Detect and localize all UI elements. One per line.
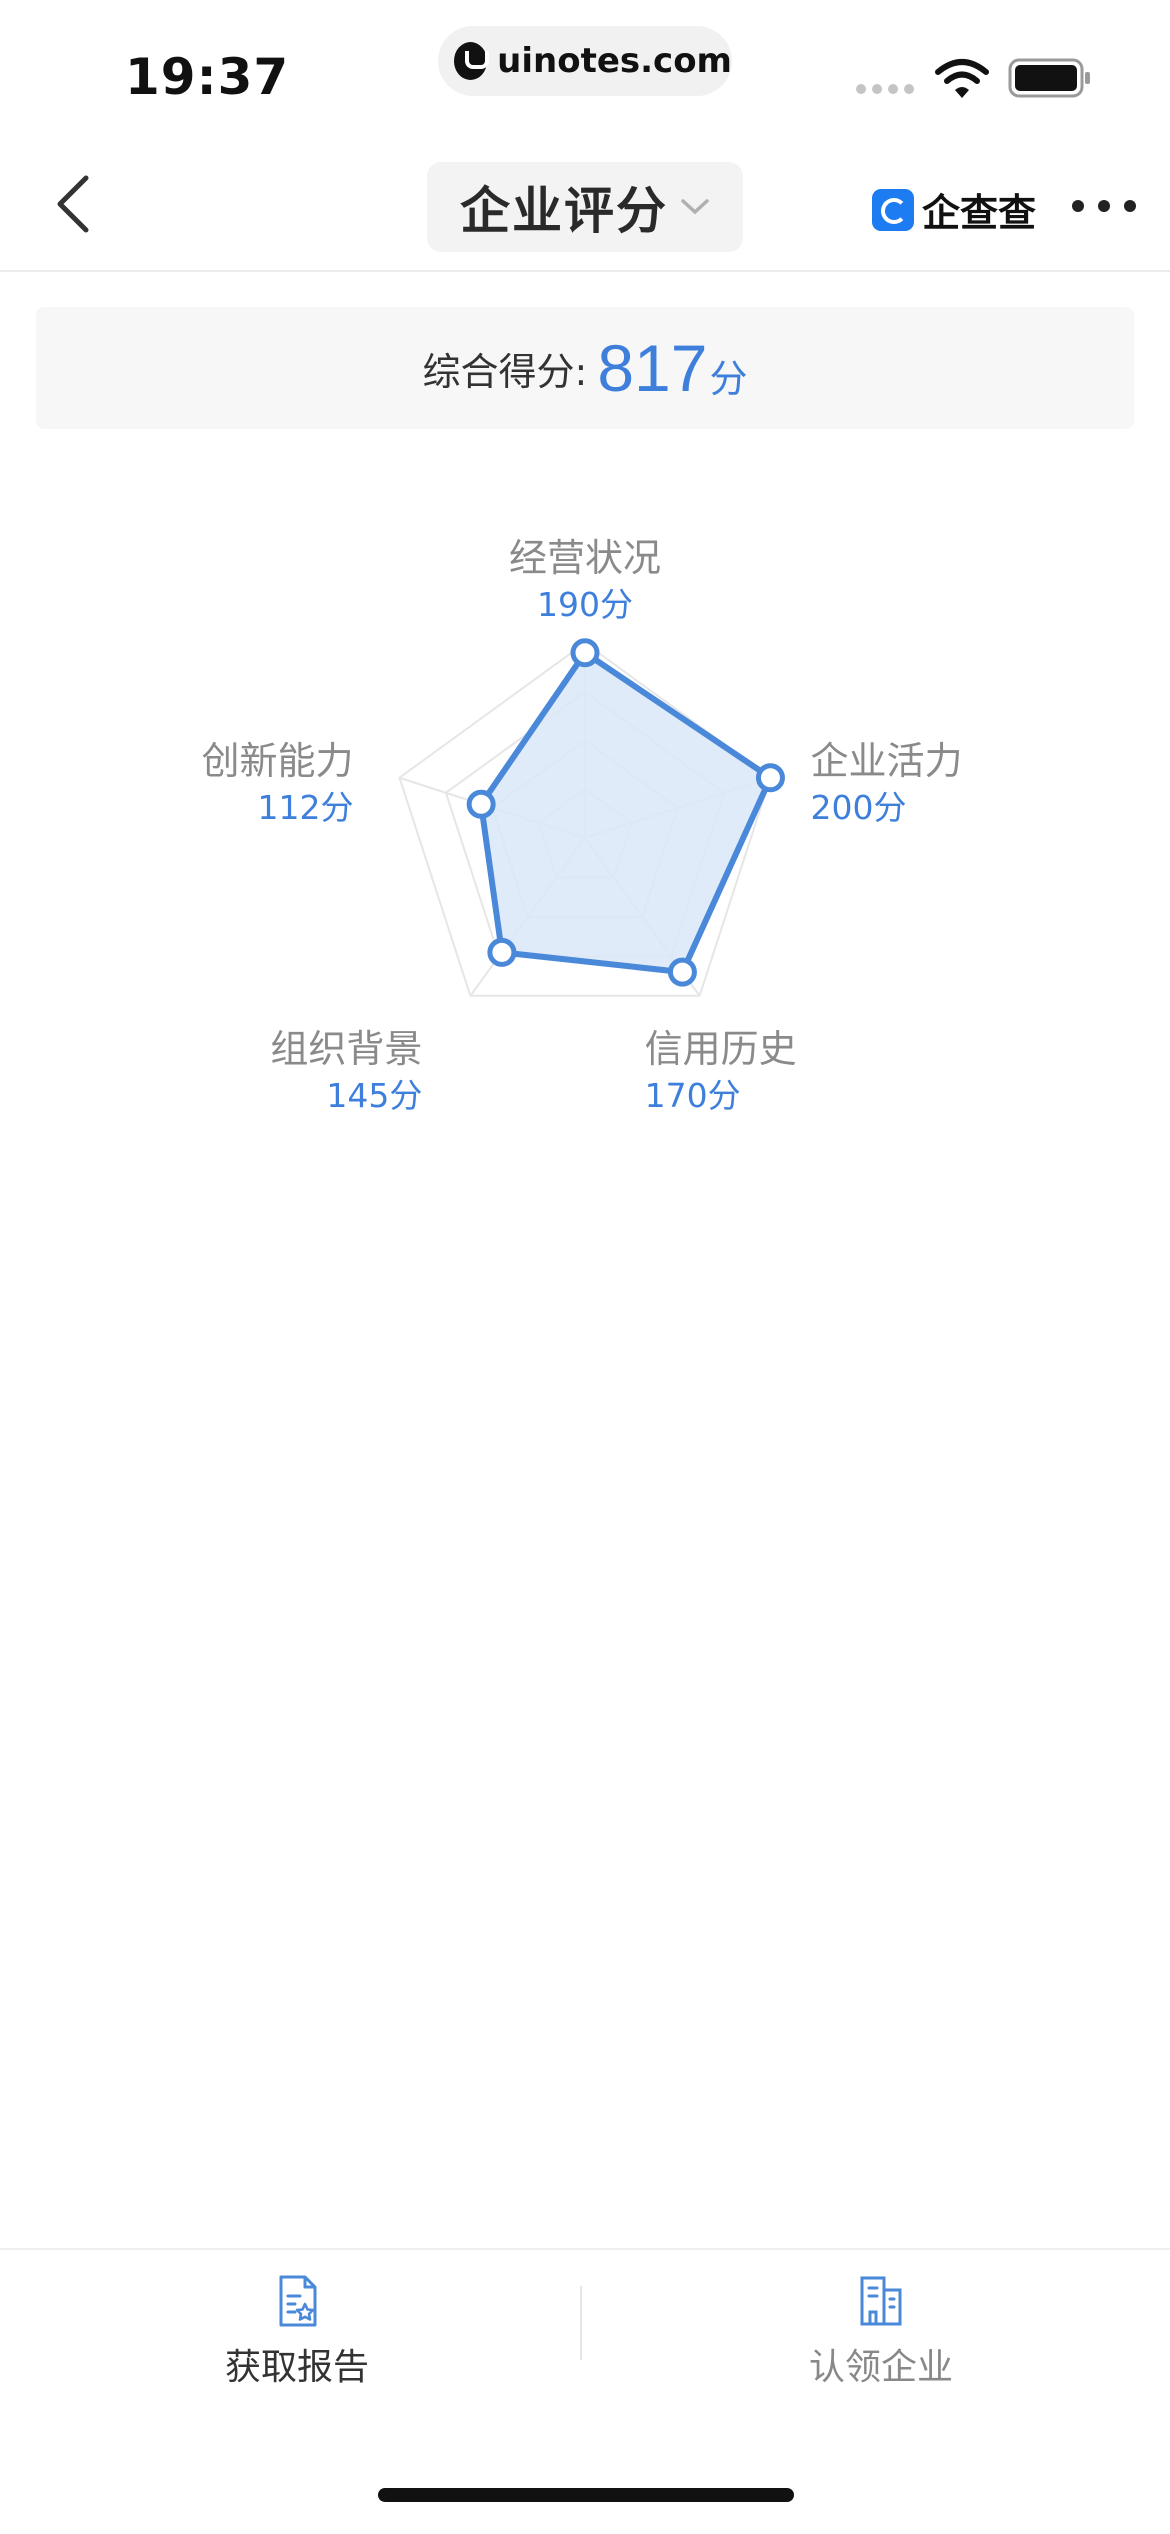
status-bar: 19:37 uinotes.com <box>0 0 1170 140</box>
axis-value-innovation: 112分 <box>257 787 354 827</box>
axis-label-vitality: 企业活力 <box>810 738 963 783</box>
radar-point-3 <box>487 937 517 967</box>
score-unit: 分 <box>709 356 748 401</box>
page-title: 企业评分 <box>460 182 668 240</box>
axis-value-credit-history: 170分 <box>644 1075 741 1115</box>
status-time: 19:37 <box>125 48 290 106</box>
url-pill[interactable]: uinotes.com <box>438 26 732 96</box>
radar-point-1 <box>755 763 785 793</box>
company-building-icon <box>860 2276 902 2326</box>
score-value: 817 <box>597 331 708 405</box>
axis-label-business-status: 经营状况 <box>508 536 661 580</box>
cellular-signal-icon <box>856 84 914 94</box>
battery-icon <box>1008 58 1090 98</box>
site-logo-icon <box>454 42 490 80</box>
claim-company-button[interactable]: 认领企业 <box>731 2274 1031 2414</box>
score-label: 综合得分: <box>422 349 588 394</box>
more-options-icon[interactable] <box>1072 194 1136 218</box>
brand-logo-icon <box>872 188 914 231</box>
nav-bar: 企业评分 企查查 <box>0 140 1170 272</box>
axis-value-organization: 145分 <box>326 1075 423 1115</box>
axis-label-innovation: 创新能力 <box>201 738 354 783</box>
wifi-icon <box>935 59 989 98</box>
brand-name: 企查查 <box>922 191 1037 235</box>
back-chevron-icon[interactable] <box>40 168 110 238</box>
radar-point-0 <box>570 638 600 668</box>
axis-label-organization: 组织背景 <box>270 1026 423 1071</box>
report-document-icon <box>279 2275 317 2327</box>
axis-value-vitality: 200分 <box>810 787 907 827</box>
brand[interactable]: 企查查 <box>872 182 1036 237</box>
bottom-divider <box>580 2286 582 2360</box>
radar-point-2 <box>667 957 697 987</box>
radar-series-area <box>478 649 774 976</box>
axis-label-credit-history: 信用历史 <box>644 1026 797 1071</box>
score-card: 综合得分: 817 分 <box>36 307 1134 429</box>
url-text: uinotes.com <box>497 41 732 81</box>
claim-company-label: 认领企业 <box>808 2347 953 2388</box>
chevron-down-icon <box>681 199 709 215</box>
home-indicator <box>378 2488 794 2502</box>
get-report-button[interactable]: 获取报告 <box>147 2274 447 2414</box>
get-report-label: 获取报告 <box>224 2347 369 2388</box>
title-dropdown[interactable]: 企业评分 <box>427 162 743 252</box>
radar-point-4 <box>466 789 496 819</box>
axis-value-business-status: 190分 <box>537 585 633 624</box>
